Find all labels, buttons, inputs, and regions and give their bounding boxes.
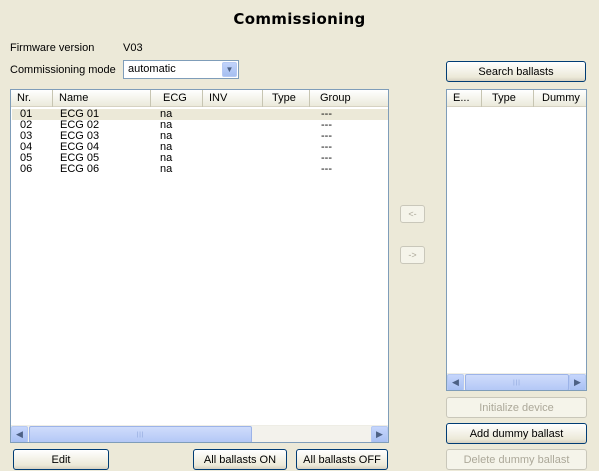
scrollbar-thumb[interactable]: ||| <box>29 426 252 442</box>
column-header-e[interactable]: E... <box>447 90 482 107</box>
scrollbar-thumb[interactable]: ||| <box>465 374 569 390</box>
scroll-right-icon[interactable]: ▶ <box>569 374 586 390</box>
found-list-hscrollbar[interactable]: ◀ ||| ▶ <box>447 373 586 390</box>
ballast-list-header: Nr. Name ECG INV Type Group <box>11 90 388 107</box>
commissioning-mode-value: automatic <box>128 63 176 75</box>
firmware-version-value: V03 <box>123 42 143 54</box>
page-title: Commissioning <box>233 10 366 28</box>
firmware-version-label: Firmware version <box>10 42 95 54</box>
chevron-down-icon[interactable]: ▼ <box>222 62 237 77</box>
all-ballasts-on-button[interactable]: All ballasts ON <box>193 449 287 470</box>
column-header-nr[interactable]: Nr. <box>11 90 53 107</box>
scroll-left-icon[interactable]: ◀ <box>447 374 464 390</box>
move-left-button[interactable]: <- <box>400 205 425 223</box>
column-header-ecg[interactable]: ECG <box>151 90 203 107</box>
initialize-device-button[interactable]: Initialize device <box>446 397 587 418</box>
column-header-type[interactable]: Type <box>482 90 534 107</box>
column-header-group[interactable]: Group <box>310 90 388 107</box>
add-dummy-ballast-button[interactable]: Add dummy ballast <box>446 423 587 444</box>
cell-nr: 06 <box>20 163 33 175</box>
found-ballasts-list[interactable]: E... Type Dummy ◀ ||| ▶ <box>446 89 587 391</box>
move-right-button[interactable]: -> <box>400 246 425 264</box>
commissioning-mode-label: Commissioning mode <box>10 64 116 76</box>
found-list-header: E... Type Dummy <box>447 90 586 107</box>
column-header-dummy[interactable]: Dummy <box>534 90 586 107</box>
ballast-list-hscrollbar[interactable]: ◀ ||| ▶ <box>11 425 388 442</box>
cell-group: --- <box>321 163 332 175</box>
scroll-left-icon[interactable]: ◀ <box>11 426 28 442</box>
column-header-type[interactable]: Type <box>263 90 310 107</box>
delete-dummy-ballast-button[interactable]: Delete dummy ballast <box>446 449 587 470</box>
commissioning-mode-select[interactable]: automatic ▼ <box>123 60 239 79</box>
ballast-list[interactable]: Nr. Name ECG INV Type Group 01 ECG 01 na… <box>10 89 389 443</box>
column-header-inv[interactable]: INV <box>203 90 263 107</box>
search-ballasts-button[interactable]: Search ballasts <box>446 61 586 82</box>
cell-name: ECG 06 <box>60 163 100 175</box>
table-row[interactable]: 06 ECG 06 na --- <box>12 163 388 175</box>
cell-ecg: na <box>160 163 173 175</box>
column-header-name[interactable]: Name <box>53 90 151 107</box>
all-ballasts-off-button[interactable]: All ballasts OFF <box>296 449 388 470</box>
edit-button[interactable]: Edit <box>13 449 109 470</box>
scroll-right-icon[interactable]: ▶ <box>371 426 388 442</box>
